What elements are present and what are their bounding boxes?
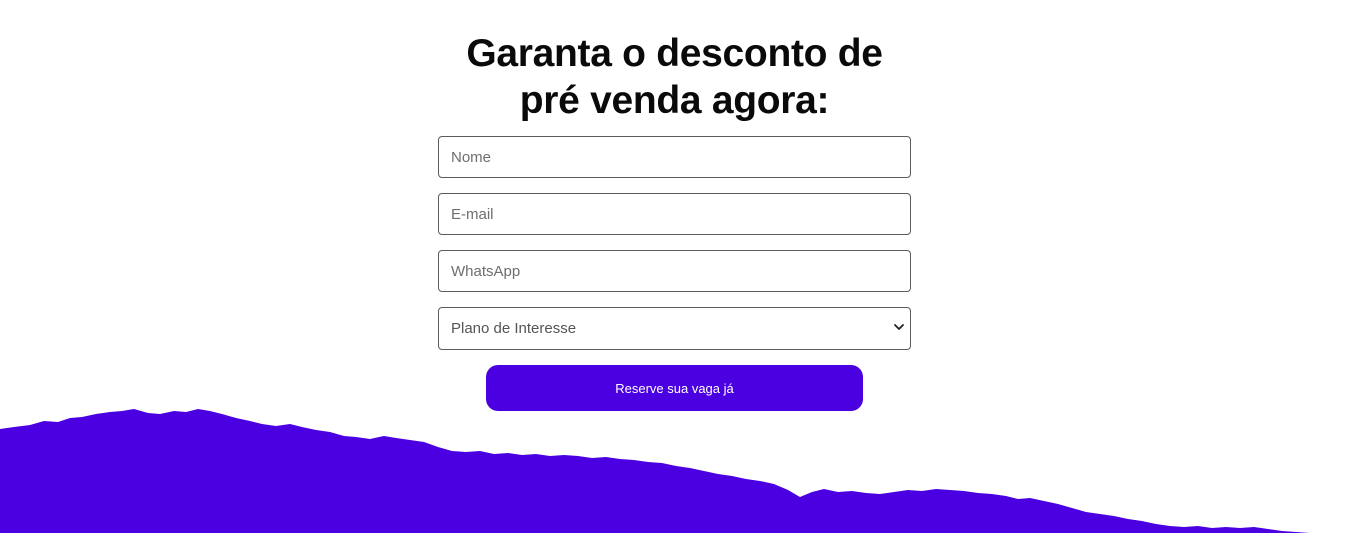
whatsapp-field[interactable]	[438, 250, 911, 292]
wave-decoration	[0, 409, 1310, 533]
page-title: Garanta o desconto de pré venda agora:	[415, 30, 935, 124]
plan-select-wrapper: Plano de Interesse	[438, 307, 911, 350]
name-field[interactable]	[438, 136, 911, 178]
plan-select-value: Plano de Interesse	[451, 320, 577, 337]
submit-button[interactable]: Reserve sua vaga já	[486, 365, 863, 411]
signup-section: Garanta o desconto de pré venda agora: P…	[438, 0, 911, 411]
landing-page: Garanta o desconto de pré venda agora: P…	[0, 0, 1349, 533]
plan-select[interactable]: Plano de Interesse	[438, 307, 911, 350]
title-line-1: Garanta o desconto de	[466, 32, 883, 75]
chevron-down-icon	[894, 324, 904, 330]
title-line-2: pré venda agora:	[519, 79, 830, 122]
signup-form: Plano de Interesse Reserve sua vaga já	[438, 136, 911, 411]
email-field[interactable]	[438, 193, 911, 235]
